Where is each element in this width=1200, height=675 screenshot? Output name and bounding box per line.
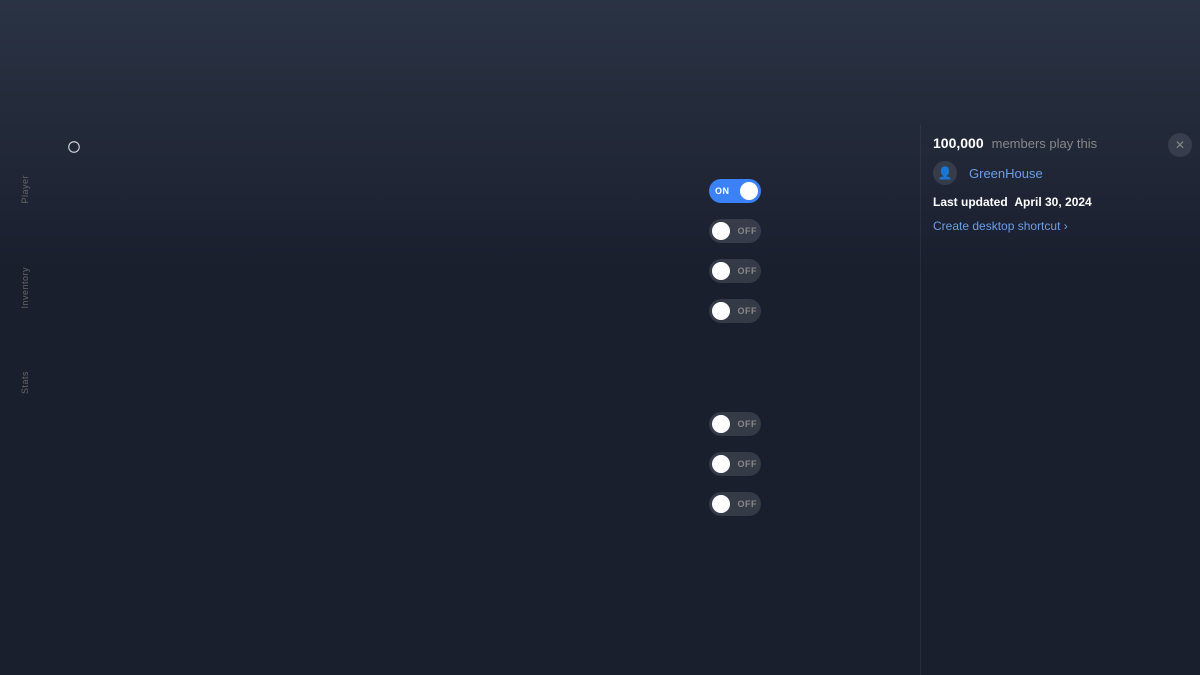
app-container: W 🔍 Home My games Explore Creators W WeM… [0,0,1200,675]
toggle-knob [712,222,730,240]
members-text: members play this [992,136,1097,151]
toggle-knob [712,495,730,513]
toggle-infinite-health[interactable] [709,179,761,203]
sidebar-label-inventory: Inventory [20,267,30,309]
author-row: 👤 GreenHouse [933,161,1188,185]
members-count: 100,000 [933,135,984,151]
updated-label: Last updated [933,195,1008,209]
author-icon: 👤 [933,161,957,185]
right-panel: ✕ 100,000 members play this 👤 GreenHouse… [920,125,1200,675]
toggle-infinite-container-volume[interactable] [709,452,761,476]
toggle-knob [712,455,730,473]
toggle-infinite-stamina[interactable] [709,219,761,243]
sidebar-label-player: Player [20,175,30,204]
stats-row: 100,000 members play this [933,135,1188,151]
author-name: GreenHouse [969,166,1043,181]
sidebar-label-stats: Stats [20,371,30,394]
updated-row: Last updated April 30, 2024 [933,195,1188,209]
toggle-no-hunger[interactable] [709,259,761,283]
updated-date: April 30, 2024 [1014,195,1091,209]
toggle-unlimited-items[interactable] [709,492,761,516]
toggle-infinite-item-durability[interactable] [709,412,761,436]
create-shortcut-link[interactable]: Create desktop shortcut › [933,219,1068,233]
close-panel-button[interactable]: ✕ [1168,133,1192,157]
toggle-knob [712,302,730,320]
toggle-knob [712,262,730,280]
toggle-knob [712,415,730,433]
toggle-one-hit-kills[interactable] [709,299,761,323]
toggle-knob [740,182,758,200]
